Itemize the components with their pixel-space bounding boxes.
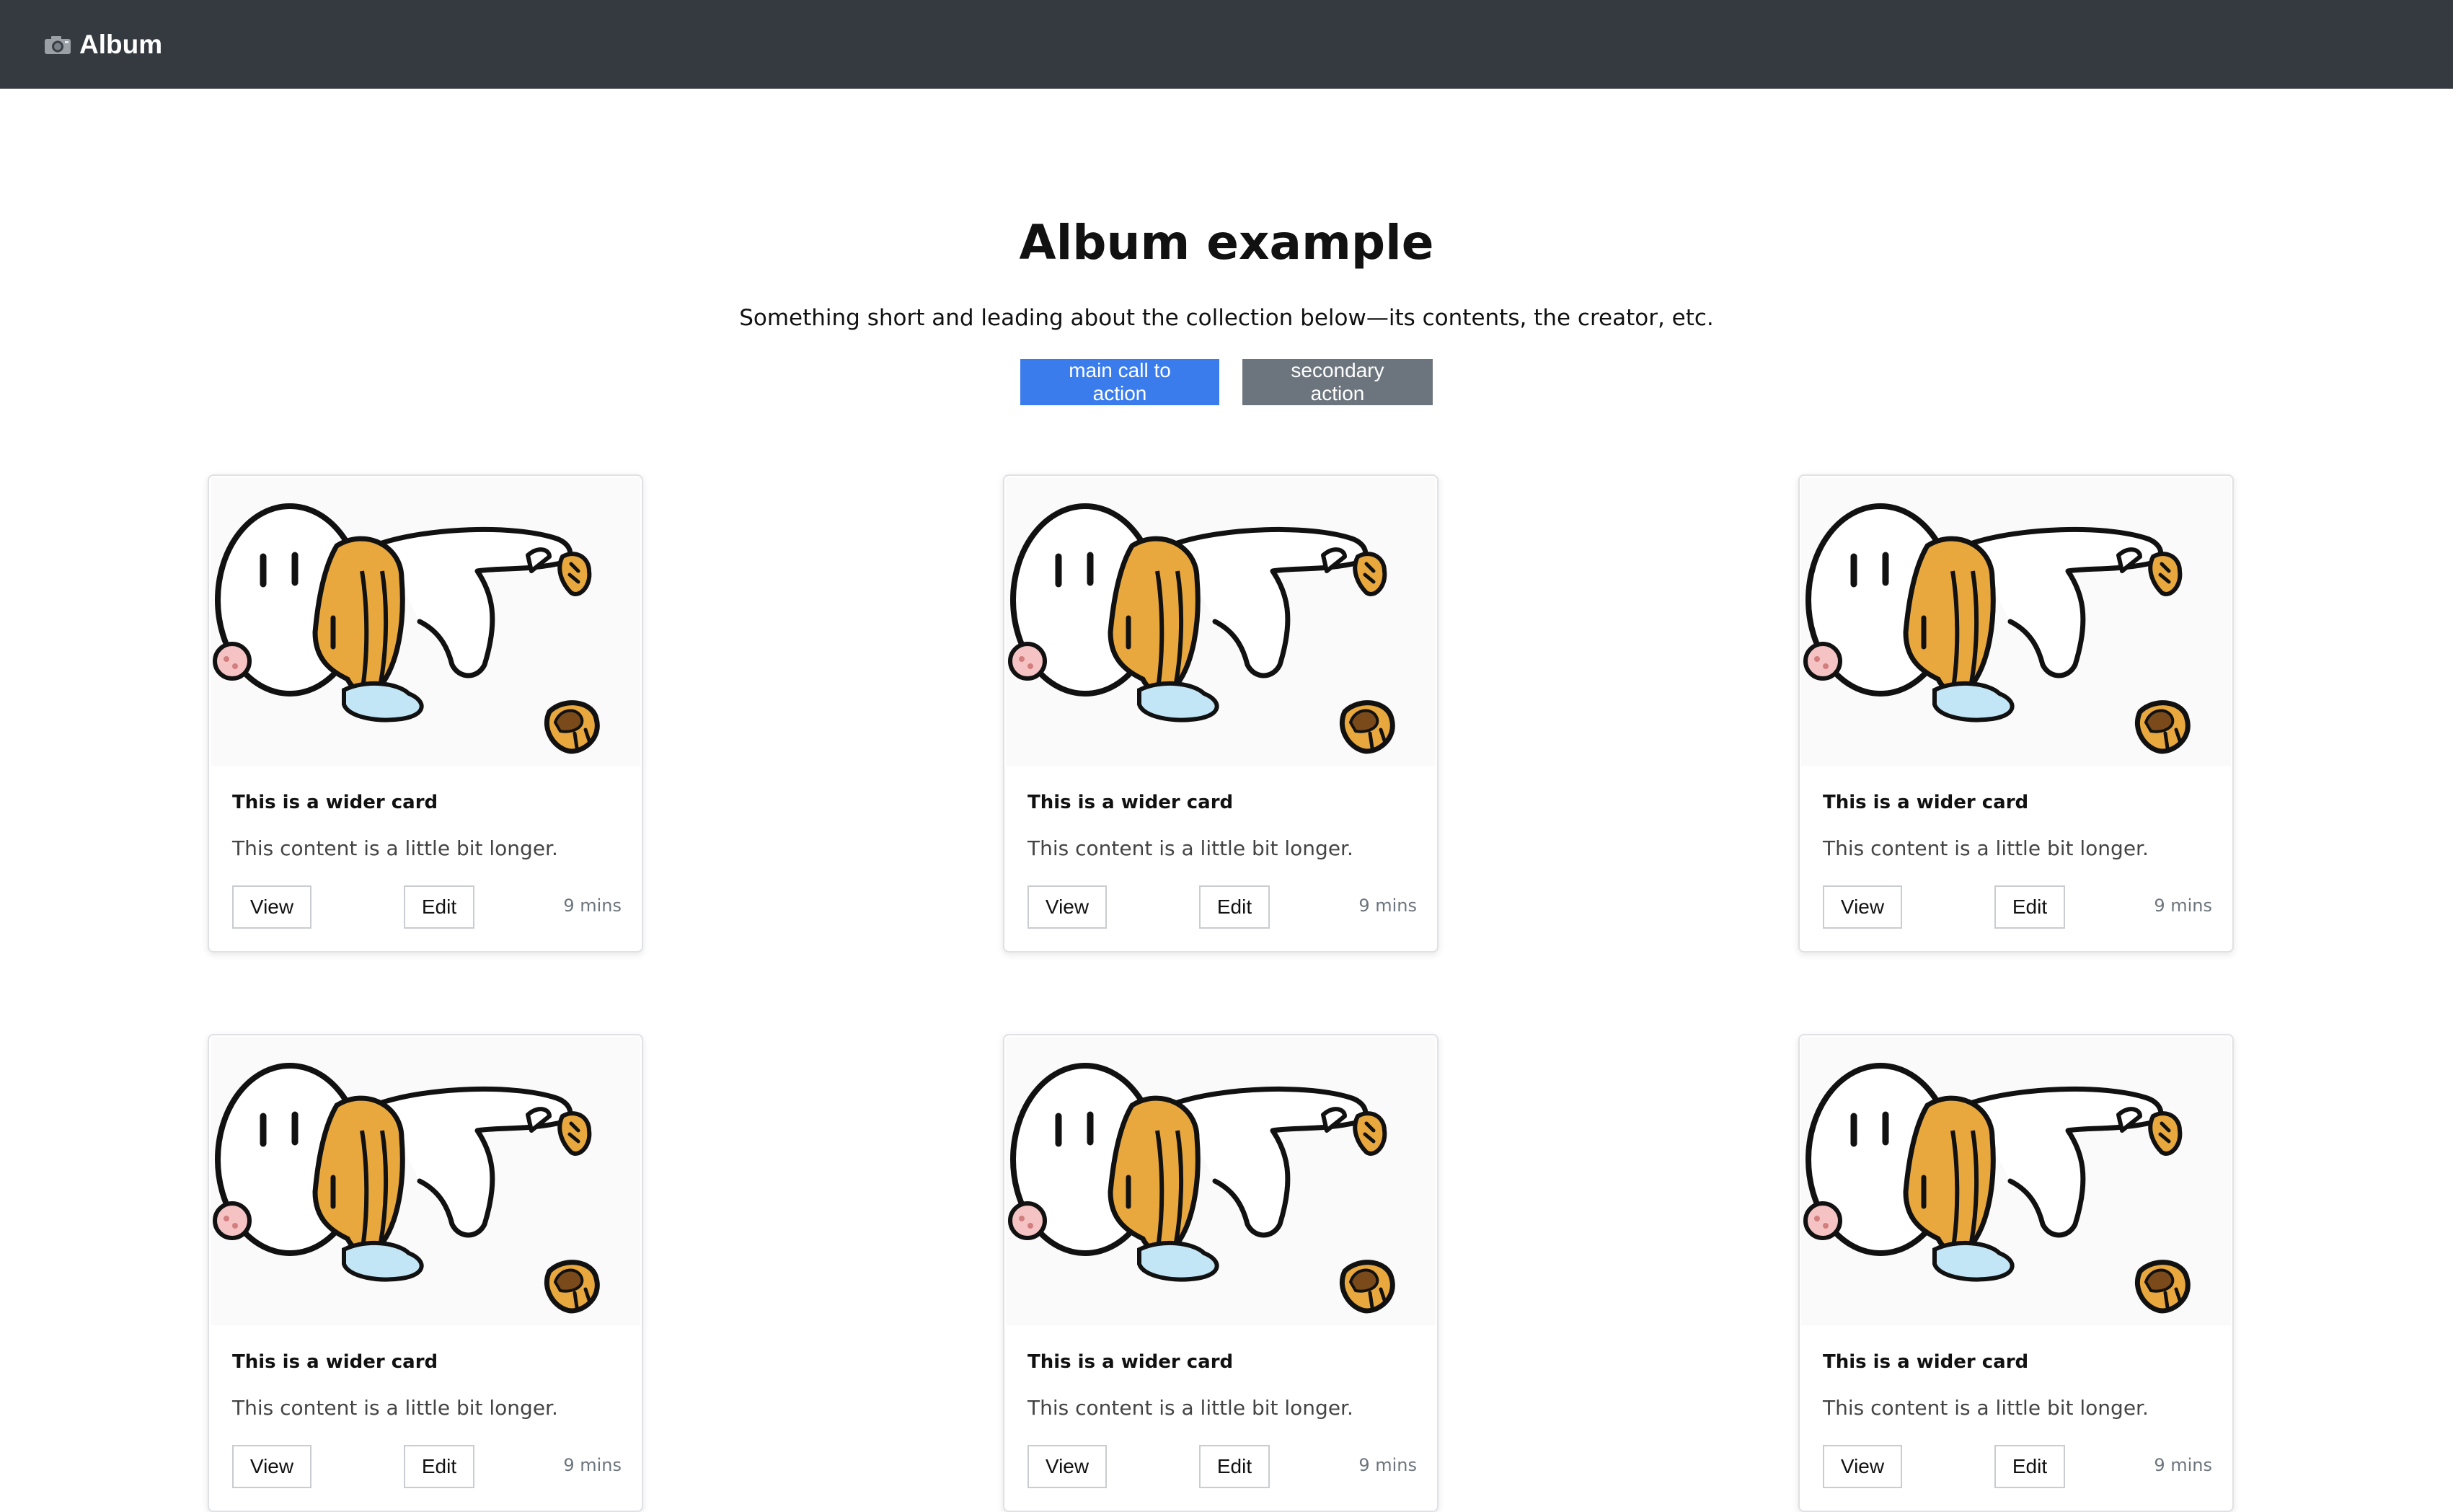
card-edit-button[interactable]: Edit (404, 1445, 474, 1488)
cartoon-character-image (1803, 503, 2191, 754)
card-image (1006, 477, 1436, 766)
cartoon-character-image (1803, 1063, 2191, 1314)
card-time-label: 9 mins (1358, 1455, 1417, 1475)
card-view-button[interactable]: View (1027, 885, 1107, 929)
hero-buttons: main call to action secondary action (0, 359, 2453, 405)
card-text: This content is a little bit longer. (1027, 836, 1353, 860)
card-time-label: 9 mins (1358, 896, 1417, 916)
card-footer: View Edit 9 mins (232, 885, 622, 929)
card-edit-button[interactable]: Edit (1994, 1445, 2065, 1488)
album-card: This is a wider card This content is a l… (208, 474, 643, 952)
card-footer: View Edit 9 mins (1823, 1445, 2212, 1488)
card-edit-button[interactable]: Edit (1994, 885, 2065, 929)
card-view-button[interactable]: View (232, 885, 311, 929)
card-title: This is a wider card (1823, 792, 2029, 813)
secondary-action-button[interactable]: secondary action (1242, 359, 1433, 405)
card-time-label: 9 mins (2154, 896, 2212, 916)
brand-title: Album (79, 29, 163, 59)
card-view-button[interactable]: View (1823, 885, 1902, 929)
card-text: This content is a little bit longer. (1027, 1396, 1353, 1420)
card-title: This is a wider card (232, 1351, 438, 1373)
card-image (211, 1037, 640, 1325)
card-title: This is a wider card (1027, 1351, 1234, 1373)
card-footer: View Edit 9 mins (232, 1445, 622, 1488)
card-text: This content is a little bit longer. (232, 1396, 558, 1420)
card-title: This is a wider card (232, 792, 438, 813)
album-card: This is a wider card This content is a l… (1003, 474, 1438, 952)
card-time-label: 9 mins (563, 1455, 622, 1475)
album-card: This is a wider card This content is a l… (1798, 1034, 2234, 1512)
card-view-button[interactable]: View (1027, 1445, 1107, 1488)
card-title: This is a wider card (1823, 1351, 2029, 1373)
card-edit-button[interactable]: Edit (404, 885, 474, 929)
card-text: This content is a little bit longer. (1823, 836, 2149, 860)
card-image (211, 477, 640, 766)
camera-icon (43, 34, 72, 56)
hero-lead-text: Something short and leading about the co… (739, 305, 1714, 331)
card-edit-button[interactable]: Edit (1199, 1445, 1270, 1488)
navbar: Album (0, 0, 2453, 89)
cartoon-character-image (1008, 503, 1395, 754)
card-image (1801, 477, 2231, 766)
card-footer: View Edit 9 mins (1027, 885, 1417, 929)
card-image (1801, 1037, 2231, 1325)
card-edit-button[interactable]: Edit (1199, 885, 1270, 929)
page-title: Album example (1019, 215, 1434, 270)
album-card: This is a wider card This content is a l… (1003, 1034, 1438, 1512)
card-text: This content is a little bit longer. (1823, 1396, 2149, 1420)
card-view-button[interactable]: View (232, 1445, 311, 1488)
album-card: This is a wider card This content is a l… (1798, 474, 2234, 952)
card-time-label: 9 mins (2154, 1455, 2212, 1475)
card-footer: View Edit 9 mins (1823, 885, 2212, 929)
card-time-label: 9 mins (563, 896, 622, 916)
card-title: This is a wider card (1027, 792, 1234, 813)
card-view-button[interactable]: View (1823, 1445, 1902, 1488)
cartoon-character-image (213, 503, 600, 754)
cartoon-character-image (1008, 1063, 1395, 1314)
cartoon-character-image (213, 1063, 600, 1314)
card-footer: View Edit 9 mins (1027, 1445, 1417, 1488)
card-image (1006, 1037, 1436, 1325)
navbar-brand[interactable]: Album (43, 30, 162, 60)
album-card: This is a wider card This content is a l… (208, 1034, 643, 1512)
card-text: This content is a little bit longer. (232, 836, 558, 860)
main-call-to-action-button[interactable]: main call to action (1020, 359, 1219, 405)
